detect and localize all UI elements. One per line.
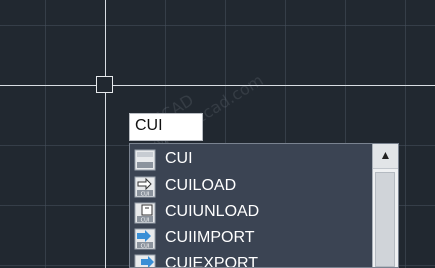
autocomplete-item-cuiload[interactable]: CUI CUILOAD (130, 173, 374, 199)
crosshair-horizontal-line (0, 85, 435, 86)
cuiload-icon: CUI (134, 176, 156, 198)
scroll-up-button[interactable]: ▲ (373, 144, 398, 169)
scroll-thumb[interactable] (375, 172, 395, 267)
cuiimport-icon: CUI (134, 228, 156, 250)
autocomplete-item-cuiexport[interactable]: CUIEXPORT (130, 251, 374, 268)
autocomplete-item-label: CUILOAD (165, 177, 237, 194)
command-autocomplete-list[interactable]: CUI CUI CUILOAD CUI CUIUNLOAD CUI CUIIMP… (129, 143, 399, 268)
cui-icon (134, 149, 156, 171)
autocomplete-item-label: CUIIMPORT (165, 229, 255, 246)
svg-text:CUI: CUI (141, 192, 150, 198)
autocomplete-item-cuiimport[interactable]: CUI CUIIMPORT (130, 225, 374, 251)
autocomplete-item-cuiunload[interactable]: CUI CUIUNLOAD (130, 199, 374, 225)
dynamic-command-input[interactable]: CUI (129, 113, 203, 141)
cuiunload-icon: CUI (134, 202, 156, 224)
cursor-pickbox (96, 76, 113, 93)
autocomplete-item-cui[interactable]: CUI (130, 146, 374, 172)
cuiexport-icon (134, 254, 156, 267)
svg-text:CUI: CUI (141, 218, 150, 224)
autocomplete-scrollbar[interactable]: ▲ (372, 144, 398, 267)
autocomplete-item-label: CUI (165, 150, 193, 167)
crosshair-vertical-line (105, 0, 106, 268)
autocomplete-item-label: CUIUNLOAD (165, 203, 260, 220)
autocomplete-item-label: CUIEXPORT (165, 255, 259, 268)
svg-text:CUI: CUI (141, 244, 150, 250)
